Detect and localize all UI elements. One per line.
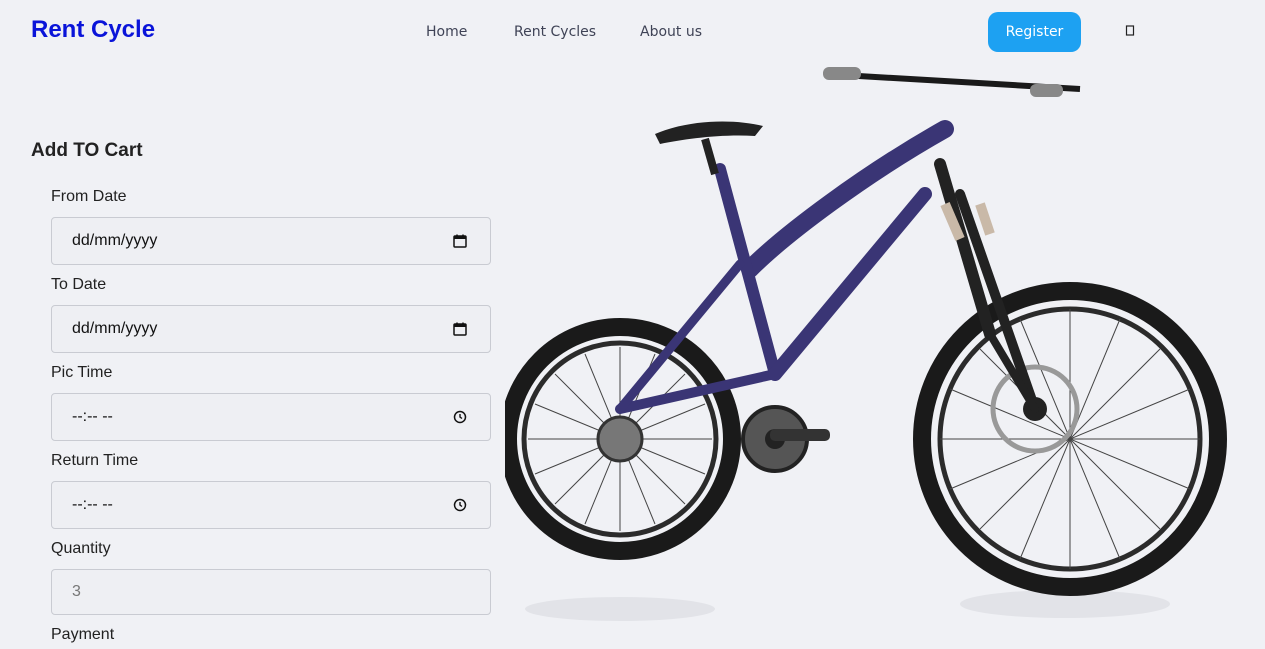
calendar-icon[interactable]: [452, 233, 468, 249]
quantity-value: 3: [72, 583, 81, 600]
return-time-input[interactable]: --:-- --: [51, 481, 491, 529]
from-date-label: From Date: [51, 188, 127, 205]
payment-label: Payment: [51, 626, 115, 643]
pic-time-value: --:-- --: [72, 408, 113, 425]
form-title: Add TO Cart: [31, 140, 143, 161]
pic-time-label: Pic Time: [51, 364, 113, 381]
to-date-value: dd/mm/yyyy: [72, 320, 158, 337]
cart-icon[interactable]: [1125, 24, 1135, 38]
clock-icon[interactable]: [452, 497, 468, 513]
register-button[interactable]: Register: [988, 12, 1081, 52]
return-time-value: --:-- --: [72, 496, 113, 513]
return-time-label: Return Time: [51, 452, 139, 469]
to-date-input[interactable]: dd/mm/yyyy: [51, 305, 491, 353]
quantity-input[interactable]: 3: [51, 569, 491, 615]
nav-about-link[interactable]: About us: [640, 24, 702, 40]
pic-time-input[interactable]: --:-- --: [51, 393, 491, 441]
nav-home-link[interactable]: Home: [426, 24, 467, 40]
calendar-icon[interactable]: [452, 321, 468, 337]
clock-icon[interactable]: [452, 409, 468, 425]
from-date-value: dd/mm/yyyy: [72, 232, 158, 249]
brand-logo[interactable]: Rent Cycle: [31, 16, 155, 44]
to-date-label: To Date: [51, 276, 107, 293]
quantity-label: Quantity: [51, 540, 111, 557]
bicycle-image: [505, 67, 1227, 621]
navbar: Rent Cycle Home Rent Cycles About us Reg…: [0, 0, 1265, 64]
from-date-input[interactable]: dd/mm/yyyy: [51, 217, 491, 265]
nav-rent-cycles-link[interactable]: Rent Cycles: [514, 24, 596, 40]
